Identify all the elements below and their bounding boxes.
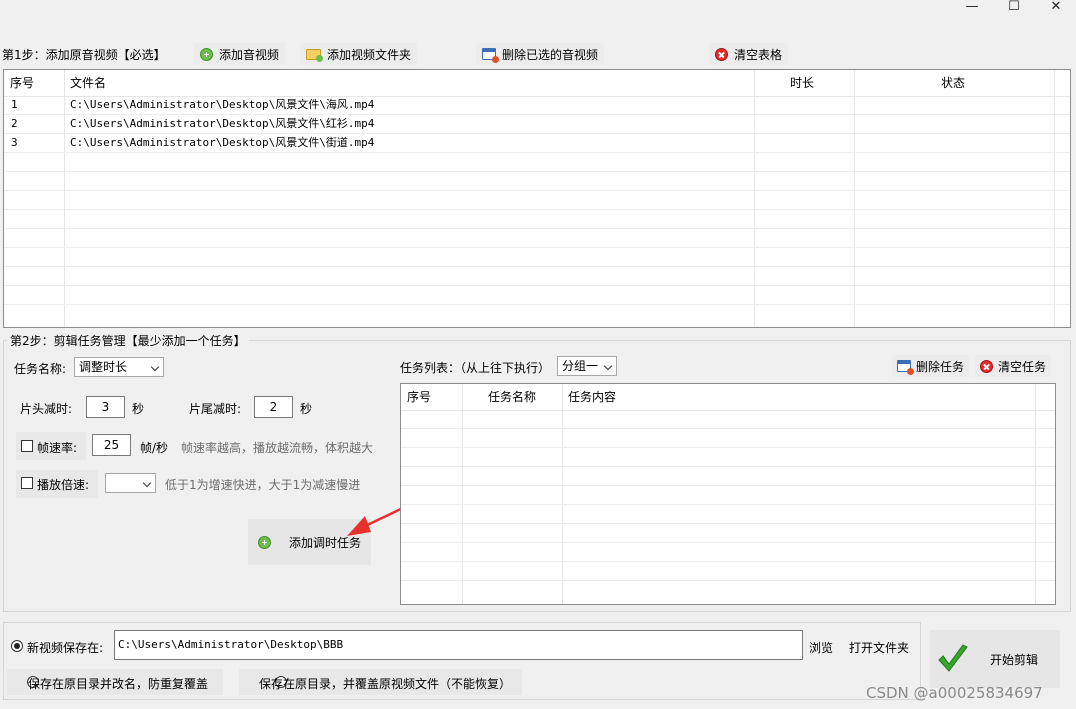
task-column-content[interactable]: 任务内容	[568, 384, 616, 410]
overwrite-option-label: 保存在原目录，并覆盖原视频文件（不能恢复）	[259, 677, 512, 691]
add-media-button[interactable]: 添加音视频	[194, 43, 286, 65]
start-edit-button[interactable]: 开始剪辑	[930, 630, 1060, 688]
speed-select[interactable]	[105, 473, 156, 493]
tail-cut-unit: 秒	[300, 402, 313, 416]
speed-checkbox[interactable]	[21, 477, 33, 489]
fps-label: 帧速率:	[37, 441, 78, 455]
fps-unit: 帧/秒	[140, 441, 169, 455]
delete-selected-button[interactable]: 删除已选的音视频	[476, 43, 605, 65]
fps-input[interactable]: 25	[92, 434, 131, 456]
browse-button[interactable]: 浏览	[809, 639, 833, 656]
clear-tasks-button[interactable]: 清空任务	[975, 355, 1052, 377]
step2-label: 第2步：剪辑任务管理【最少添加一个任务】	[7, 332, 249, 349]
speed-label: 播放倍速:	[37, 478, 90, 492]
window-delete-icon	[897, 360, 914, 375]
add-circle-icon	[257, 535, 271, 549]
tail-cut-label: 片尾减时:	[189, 402, 242, 416]
close-window-button[interactable]: ✕	[1041, 0, 1071, 16]
fps-checkbox[interactable]	[21, 440, 33, 452]
task-column-index[interactable]: 序号	[407, 384, 431, 410]
clear-x-icon	[715, 47, 728, 61]
table-row[interactable]: 3 C:\Users\Administrator\Desktop\风景文件\街道…	[4, 133, 1070, 152]
task-list-label: 任务列表：（从上往下执行）	[400, 361, 551, 375]
speed-hint: 低于1为增速快进，大于1为减速慢进	[165, 478, 361, 492]
column-index[interactable]: 序号	[10, 70, 34, 96]
folder-add-icon	[306, 48, 323, 62]
head-cut-unit: 秒	[132, 402, 145, 416]
clear-x-icon	[980, 359, 993, 373]
task-column-name[interactable]: 任务名称	[488, 384, 536, 410]
watermark: CSDN @a00025834697	[866, 684, 1043, 702]
table-row[interactable]: 1 C:\Users\Administrator\Desktop\风景文件\海风…	[4, 95, 1070, 114]
file-table[interactable]: 序号 文件名 时长 状态 1 C:\Users\Administrator\De…	[3, 69, 1071, 328]
head-cut-label: 片头减时:	[20, 402, 73, 416]
group-select[interactable]: 分组一	[557, 356, 617, 376]
table-row[interactable]: 2 C:\Users\Administrator\Desktop\风景文件\红衫…	[4, 114, 1070, 133]
checkmark-icon	[938, 644, 968, 672]
column-filename[interactable]: 文件名	[70, 70, 106, 96]
minimize-button[interactable]: —	[957, 0, 987, 16]
task-name-select[interactable]: 调整时长	[74, 357, 164, 377]
task-name-label: 任务名称:	[14, 362, 67, 376]
maximize-button[interactable]: ☐	[999, 0, 1029, 16]
save-new-label: 新视频保存在:	[27, 641, 104, 655]
file-table-header: 序号 文件名 时长 状态	[4, 70, 1070, 97]
open-folder-button[interactable]: 打开文件夹	[849, 639, 909, 656]
column-duration[interactable]: 时长	[790, 70, 814, 96]
delete-task-button[interactable]: 删除任务	[892, 355, 970, 377]
window-delete-icon	[482, 48, 499, 63]
column-status[interactable]: 状态	[941, 70, 965, 96]
task-table[interactable]: 序号 任务名称 任务内容	[400, 383, 1056, 605]
add-circle-icon	[200, 47, 213, 61]
add-folder-button[interactable]: 添加视频文件夹	[300, 43, 418, 65]
fps-hint: 帧速率越高，播放越流畅，体积越大	[181, 441, 374, 455]
tail-cut-input[interactable]: 2	[254, 396, 293, 418]
step1-label: 第1步：添加原音视频【必选】	[2, 48, 166, 62]
rename-option-label: 保存在原目录并改名，防重复覆盖	[28, 677, 209, 691]
save-path-input[interactable]: C:\Users\Administrator\Desktop\BBB	[114, 630, 803, 660]
clear-table-button[interactable]: 清空表格	[709, 43, 789, 65]
save-new-radio[interactable]	[11, 640, 23, 652]
head-cut-input[interactable]: 3	[86, 396, 125, 418]
task-table-header: 序号 任务名称 任务内容	[401, 384, 1055, 411]
